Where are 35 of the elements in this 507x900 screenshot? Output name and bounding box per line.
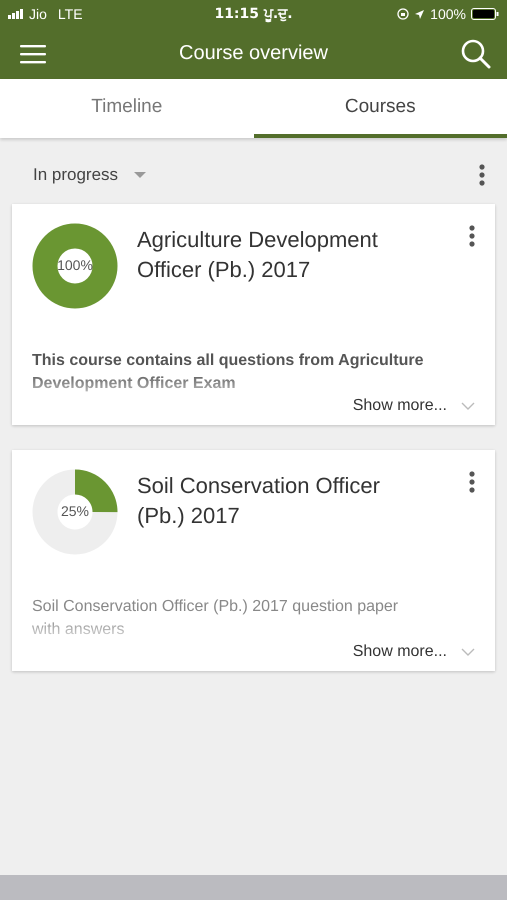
network-type: LTE [58,6,83,22]
signal-icon [8,9,24,19]
clock-time: 11:15 ਪੂ.ਦੁ. [214,6,293,22]
battery-percent: 100% [430,6,466,22]
chevron-down-icon [461,648,475,656]
tab[interactable]: Timeline [0,79,254,138]
course-title: Soil Conservation Officer (Pb.) 2017 [137,472,381,530]
caret-icon [134,172,146,178]
battery-icon [470,8,499,20]
menu-button[interactable] [20,44,46,64]
progress-percent: 100% [56,257,94,273]
menu-icon [20,44,46,64]
more-button[interactable] [469,469,475,493]
more-icon [479,164,485,186]
rotation-lock-icon [397,8,410,20]
chevron-down-icon [461,402,475,410]
more-button[interactable] [479,164,485,186]
more-icon [469,225,475,247]
filter-dropdown[interactable]: In progress [33,165,146,185]
carrier-name: Jio [29,6,47,22]
search-icon [460,38,491,68]
progress-percent: 25% [60,503,90,519]
course-description: Soil Conservation Officer (Pb.) 2017 question paper with answers [32,597,400,640]
course-card[interactable]: 100% Agriculture Development Officer (Pb.) 2017 This course contains all questions from Agriculture Development Officer Exam Show more... [12,204,495,425]
course-title: Agriculture Development Officer (Pb.) 2017 [137,226,379,284]
search-button[interactable] [460,38,491,68]
tab[interactable]: Courses [254,79,507,138]
more-icon [469,471,475,493]
more-button[interactable] [469,223,475,247]
app-title: Course overview [179,42,328,65]
course-card[interactable]: 25% Soil Conservation Officer (Pb.) 2017 Soil Conservation Officer (Pb.) 2017 question paper with answers Show more... [12,450,495,671]
show-more-button[interactable]: Show more... [352,643,475,661]
course-description: This course contains all questions from Agriculture Development Officer Exam [32,351,424,394]
show-more-button[interactable]: Show more... [352,397,475,415]
location-arrow-icon [414,8,426,20]
